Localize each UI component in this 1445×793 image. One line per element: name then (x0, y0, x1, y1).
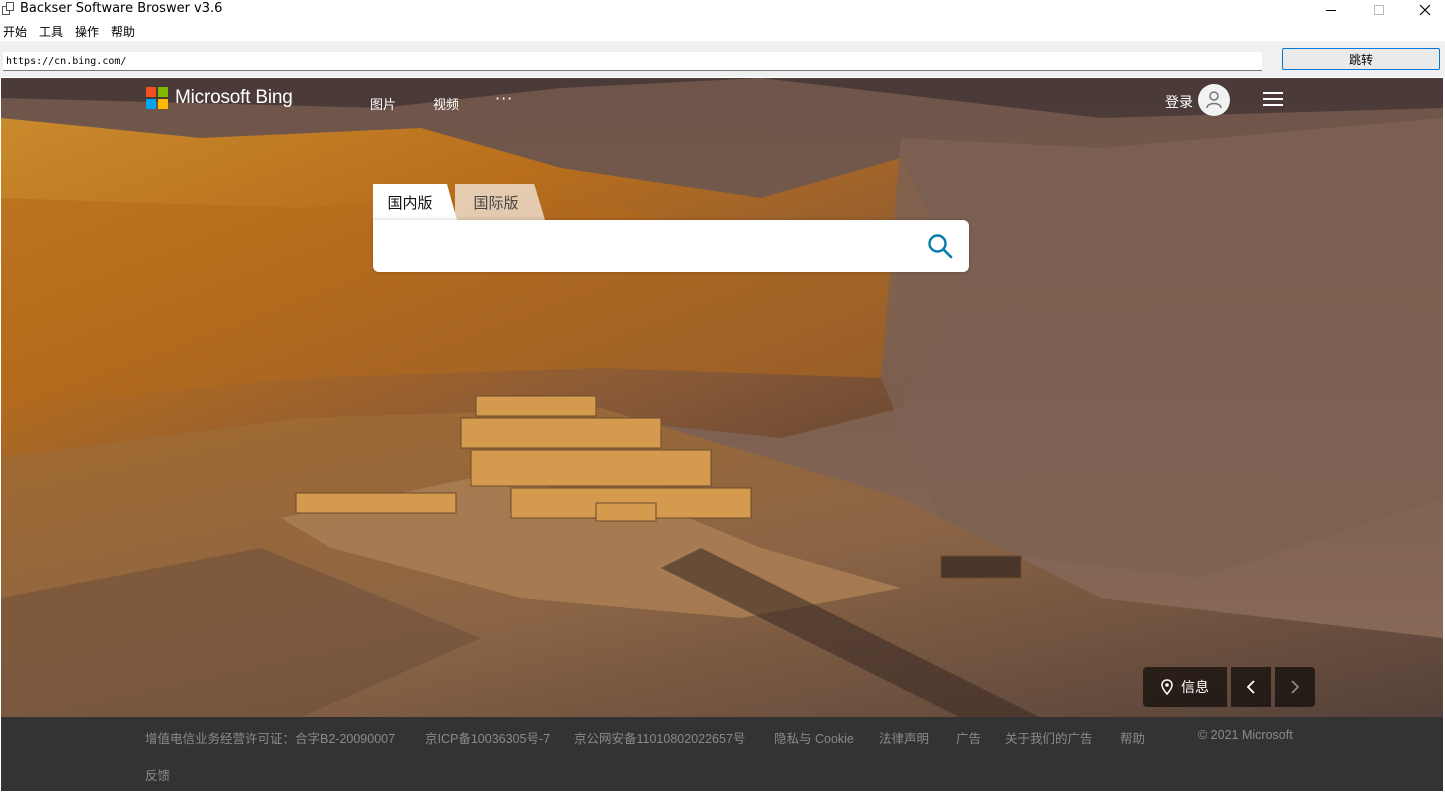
hero-area: Microsoft Bing 图片 视频 ··· 登录 国内版 国际版 信息 (1, 78, 1443, 717)
go-button[interactable]: 跳转 (1282, 48, 1440, 70)
footer-ads-link[interactable]: 广告 (956, 728, 981, 747)
minimize-button[interactable] (1308, 0, 1354, 20)
nav-videos[interactable]: 视频 (433, 94, 459, 113)
minimize-icon (1326, 9, 1336, 11)
footer-help-link[interactable]: 帮助 (1120, 728, 1145, 747)
chevron-left-icon (1246, 680, 1255, 694)
microsoft-logo-icon (146, 87, 168, 109)
footer-icp-link[interactable]: 京ICP备10036305号-7 (425, 728, 550, 747)
menu-hamburger-icon[interactable] (1263, 92, 1283, 108)
bing-logo[interactable]: Microsoft Bing (146, 87, 293, 109)
menu-start[interactable]: 开始 (3, 23, 27, 40)
window-title: Backser Software Broswer v3.6 (20, 1, 223, 16)
web-view: Microsoft Bing 图片 视频 ··· 登录 国内版 国际版 信息 增… (1, 78, 1443, 791)
hero-background-image (1, 78, 1443, 717)
footer-copyright: © 2021 Microsoft (1198, 728, 1293, 742)
app-icon (2, 2, 16, 16)
menu-bar: 开始 工具 操作 帮助 (0, 21, 144, 41)
info-label: 信息 (1181, 680, 1209, 696)
next-image-button[interactable] (1275, 667, 1315, 707)
footer-feedback-link[interactable]: 反馈 (145, 765, 170, 784)
footer-privacy-link[interactable]: 隐私与 Cookie (774, 728, 854, 747)
location-pin-icon (1161, 679, 1173, 695)
image-info-button[interactable]: 信息 (1143, 667, 1227, 707)
menu-actions[interactable]: 操作 (75, 23, 99, 40)
tab-domestic[interactable]: 国内版 (373, 184, 457, 220)
menu-tools[interactable]: 工具 (39, 23, 63, 40)
maximize-icon (1374, 5, 1384, 15)
footer-legal-link[interactable]: 法律声明 (879, 728, 929, 747)
hero-controls: 信息 (1143, 667, 1315, 707)
title-bar: Backser Software Broswer v3.6 (0, 0, 1445, 20)
search-tabs: 国内版 国际版 (373, 184, 545, 220)
maximize-button[interactable] (1356, 0, 1402, 20)
search-icon[interactable] (926, 232, 954, 260)
search-box (373, 220, 969, 272)
nav-more-button[interactable]: ··· (495, 89, 513, 108)
address-bar: 跳转 (0, 41, 1445, 77)
login-link[interactable]: 登录 (1165, 92, 1193, 112)
page-footer: 增值电信业务经营许可证：合字B2-20090007 京ICP备10036305号… (1, 717, 1443, 791)
logo-text: Microsoft Bing (175, 87, 293, 108)
chevron-right-icon (1291, 680, 1300, 694)
footer-police-link[interactable]: 京公网安备11010802022657号 (574, 728, 745, 747)
menu-help[interactable]: 帮助 (111, 23, 135, 40)
close-icon (1419, 4, 1431, 16)
footer-about-ads-link[interactable]: 关于我们的广告 (1005, 728, 1093, 747)
search-input[interactable] (387, 232, 907, 260)
close-button[interactable] (1402, 0, 1445, 20)
footer-license-link[interactable]: 增值电信业务经营许可证：合字B2-20090007 (145, 728, 395, 747)
tab-international[interactable]: 国际版 (455, 184, 545, 220)
previous-image-button[interactable] (1231, 667, 1271, 707)
url-input[interactable] (3, 52, 1262, 71)
avatar[interactable] (1198, 84, 1230, 116)
user-icon (1206, 91, 1222, 109)
nav-images[interactable]: 图片 (370, 94, 396, 113)
